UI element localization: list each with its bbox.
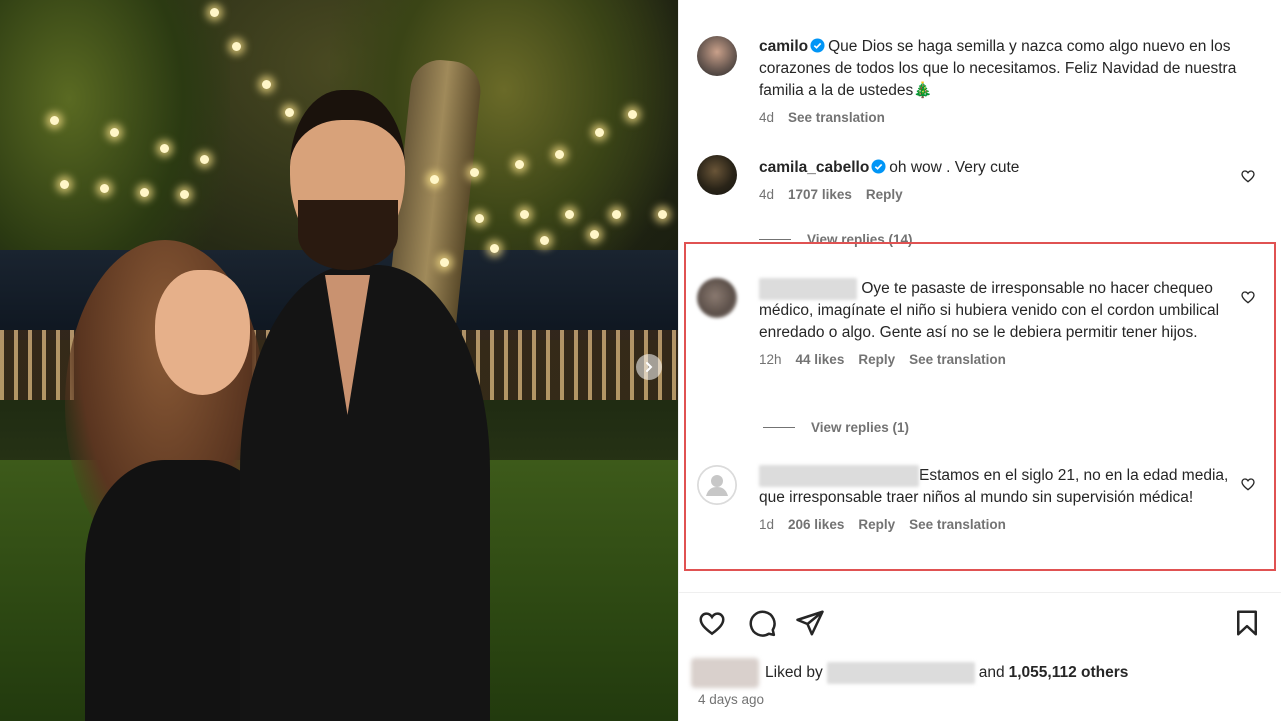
- liker-username-blurred[interactable]: [826, 662, 975, 684]
- like-comment-heart-icon[interactable]: [1240, 168, 1256, 184]
- verified-icon: [810, 38, 825, 53]
- avatar[interactable]: [697, 36, 737, 76]
- comment-time[interactable]: 1d: [759, 517, 774, 532]
- view-replies-line: [759, 239, 791, 240]
- verified-icon: [871, 159, 886, 174]
- post-caption: camilo Que Dios se haga semilla y nazca c…: [697, 36, 1272, 136]
- comment-item: camila_cabello oh wow . Very cute 4d 1707…: [697, 155, 1272, 215]
- bookmark-icon[interactable]: [1232, 608, 1262, 638]
- photo-man: [240, 90, 500, 721]
- comment-username-blurred[interactable]: [759, 278, 857, 300]
- view-replies-button[interactable]: View replies (1): [763, 420, 909, 435]
- liked-by: Liked by and 1,055,112 others: [691, 658, 1271, 688]
- like-comment-heart-icon[interactable]: [1240, 476, 1256, 492]
- carousel-next-button[interactable]: [636, 354, 662, 380]
- comment-time[interactable]: 12h: [759, 352, 782, 367]
- heart-icon[interactable]: [697, 608, 727, 638]
- avatar[interactable]: [697, 278, 737, 318]
- see-translation-link[interactable]: See translation: [909, 352, 1006, 367]
- comment-username-blurred[interactable]: [759, 465, 919, 487]
- comment-item: Oye te pasaste de irresponsable no hacer…: [697, 278, 1272, 408]
- post-time[interactable]: 4 days ago: [698, 692, 764, 707]
- reply-button[interactable]: Reply: [858, 352, 895, 367]
- comment-likes[interactable]: 206 likes: [788, 517, 844, 532]
- divider: [679, 592, 1281, 593]
- like-comment-heart-icon[interactable]: [1240, 289, 1256, 305]
- liked-by-prefix: Liked by: [765, 664, 823, 681]
- comment-text: oh wow . Very cute: [889, 159, 1020, 176]
- default-avatar-icon[interactable]: [697, 465, 737, 505]
- caption-text: Que Dios se haga semilla y nazca como al…: [759, 38, 1237, 99]
- likes-count[interactable]: 1,055,112 others: [1009, 664, 1129, 682]
- comment-likes[interactable]: 1707 likes: [788, 187, 852, 202]
- liker-avatars[interactable]: [691, 658, 759, 688]
- reply-button[interactable]: Reply: [866, 187, 903, 202]
- comment-item: Estamos en el siglo 21, no en la edad me…: [697, 465, 1272, 565]
- chevron-right-icon: [646, 362, 653, 372]
- reply-button[interactable]: Reply: [858, 517, 895, 532]
- comment-time[interactable]: 4d: [759, 187, 774, 202]
- avatar[interactable]: [697, 155, 737, 195]
- share-icon[interactable]: [795, 608, 825, 638]
- caption-time[interactable]: 4d: [759, 110, 774, 125]
- see-translation-link[interactable]: See translation: [788, 110, 885, 125]
- liked-by-and: and: [978, 664, 1005, 681]
- caption-username[interactable]: camilo: [759, 38, 808, 55]
- view-replies-label: View replies (1): [811, 420, 910, 435]
- post-actions: [697, 608, 1272, 642]
- view-replies-line: [763, 427, 795, 428]
- comment-likes[interactable]: 44 likes: [796, 352, 845, 367]
- comments-panel: camilo Que Dios se haga semilla y nazca c…: [678, 0, 1281, 721]
- post-photo[interactable]: [0, 0, 678, 721]
- comment-icon[interactable]: [747, 608, 777, 638]
- comment-username[interactable]: camila_cabello: [759, 159, 869, 176]
- see-translation-link[interactable]: See translation: [909, 517, 1006, 532]
